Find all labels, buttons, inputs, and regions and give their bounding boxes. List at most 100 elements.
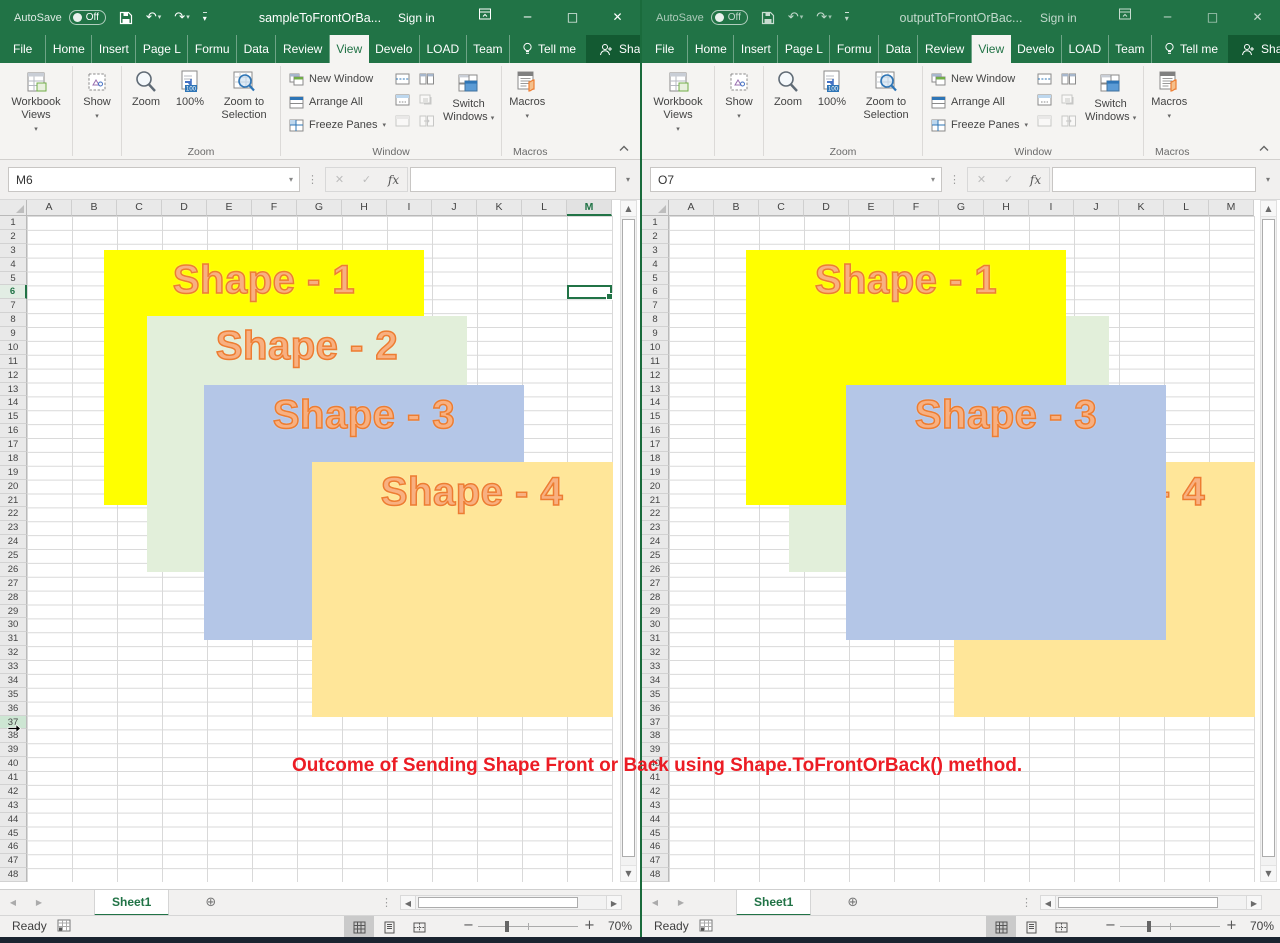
page-layout-view-button[interactable] <box>374 916 404 937</box>
row-header-20[interactable]: 20 <box>642 480 669 494</box>
autosave-toggle[interactable]: Off <box>711 10 748 25</box>
sign-in-button[interactable]: Sign in <box>398 11 435 25</box>
row-header-43[interactable]: 43 <box>0 799 27 813</box>
undo-button[interactable]: ↶▾ <box>146 11 161 24</box>
row-header-24[interactable]: 24 <box>642 535 669 549</box>
row-header-48[interactable]: 48 <box>0 868 27 882</box>
ribbon-tab-review[interactable]: Review <box>276 35 329 63</box>
row-header-39[interactable]: 39 <box>0 743 27 757</box>
undo-button[interactable]: ↶▾ <box>788 11 803 24</box>
row-header-10[interactable]: 10 <box>0 341 27 355</box>
ribbon-tab-data[interactable]: Data <box>879 35 918 63</box>
zoom-level[interactable]: 70% <box>1238 919 1274 933</box>
vertical-scroll-thumb[interactable] <box>1262 219 1275 857</box>
row-header-17[interactable]: 17 <box>642 438 669 452</box>
zoom-button[interactable]: Zoom <box>124 65 168 112</box>
row-header-46[interactable]: 46 <box>642 840 669 854</box>
row-header-19[interactable]: 19 <box>0 466 27 480</box>
normal-view-button[interactable] <box>344 916 374 937</box>
row-header-36[interactable]: 36 <box>642 702 669 716</box>
grid-cells[interactable]: Shape - 1Shape - 2Shape - 3Shape - 4 <box>669 216 1255 882</box>
ribbon-tab-data[interactable]: Data <box>237 35 276 63</box>
tab-bar-handle[interactable]: ⋮ <box>1021 896 1032 909</box>
vertical-scrollbar[interactable]: ▲ ▼ <box>1260 200 1277 882</box>
show-button[interactable]: Show ▾ <box>75 65 119 126</box>
row-header-11[interactable]: 11 <box>0 355 27 369</box>
column-header-C[interactable]: C <box>759 200 804 216</box>
formula-input[interactable] <box>410 167 616 192</box>
ribbon-tab-team[interactable]: Team <box>1109 35 1152 63</box>
row-header-45[interactable]: 45 <box>0 827 27 841</box>
reset-window-position-button[interactable] <box>1059 112 1077 129</box>
row-header-15[interactable]: 15 <box>642 410 669 424</box>
row-header-25[interactable]: 25 <box>0 549 27 563</box>
zoom-to-selection-button[interactable]: Zoom to Selection <box>854 65 918 125</box>
row-header-32[interactable]: 32 <box>0 646 27 660</box>
formula-bar-handle[interactable]: ⋮ <box>942 173 967 186</box>
row-header-4[interactable]: 4 <box>0 258 27 272</box>
column-header-L[interactable]: L <box>1164 200 1209 216</box>
row-header-23[interactable]: 23 <box>642 521 669 535</box>
column-header-G[interactable]: G <box>297 200 342 216</box>
sheet-nav-left-icon[interactable]: ◀ <box>0 898 26 907</box>
row-header-9[interactable]: 9 <box>642 327 669 341</box>
share-button[interactable]: Share <box>586 35 640 63</box>
column-header-F[interactable]: F <box>252 200 297 216</box>
row-header-13[interactable]: 13 <box>642 383 669 397</box>
redo-button[interactable]: ↷▾ <box>816 11 831 24</box>
collapse-ribbon-button[interactable] <box>1258 143 1270 155</box>
row-header-8[interactable]: 8 <box>0 313 27 327</box>
column-header-C[interactable]: C <box>117 200 162 216</box>
record-macro-button[interactable] <box>699 919 713 935</box>
horizontal-scroll-track[interactable] <box>1056 895 1246 910</box>
workbook-views-button[interactable]: Workbook Views ▾ <box>2 65 70 139</box>
scroll-up-icon[interactable]: ▲ <box>621 201 636 217</box>
row-header-4[interactable]: 4 <box>642 258 669 272</box>
horizontal-scroll-thumb[interactable] <box>418 897 578 908</box>
confirm-entry-button[interactable]: ✓ <box>995 173 1022 186</box>
name-box[interactable]: M6▾ <box>8 167 300 192</box>
page-break-view-button[interactable] <box>1046 916 1076 937</box>
row-header-12[interactable]: 12 <box>0 369 27 383</box>
ribbon-tab-team[interactable]: Team <box>467 35 510 63</box>
ribbon-tab-home[interactable]: Home <box>688 35 734 63</box>
scroll-right-icon[interactable]: ▶ <box>1246 895 1262 910</box>
cancel-entry-button[interactable]: ✕ <box>326 173 353 186</box>
row-header-29[interactable]: 29 <box>642 605 669 619</box>
row-header-22[interactable]: 22 <box>0 507 27 521</box>
insert-function-button[interactable]: fx <box>1022 173 1049 187</box>
row-header-35[interactable]: 35 <box>0 688 27 702</box>
zoom-out-button[interactable]: − <box>463 918 474 933</box>
column-header-J[interactable]: J <box>1074 200 1119 216</box>
scroll-down-icon[interactable]: ▼ <box>621 865 636 881</box>
row-header-14[interactable]: 14 <box>642 396 669 410</box>
ribbon-tab-review[interactable]: Review <box>918 35 971 63</box>
formula-bar-handle[interactable]: ⋮ <box>300 173 325 186</box>
zoom-button[interactable]: Zoom <box>766 65 810 112</box>
hide-button[interactable] <box>1035 91 1053 108</box>
column-header-L[interactable]: L <box>522 200 567 216</box>
zoom-out-button[interactable]: − <box>1105 918 1116 933</box>
row-header-36[interactable]: 36 <box>0 702 27 716</box>
row-header-16[interactable]: 16 <box>0 424 27 438</box>
row-header-26[interactable]: 26 <box>0 563 27 577</box>
row-header-48[interactable]: 48 <box>642 868 669 882</box>
shape-shape-4[interactable]: Shape - 4 <box>312 462 613 717</box>
horizontal-scroll-thumb[interactable] <box>1058 897 1218 908</box>
ribbon-tab-load[interactable]: LOAD <box>1062 35 1109 63</box>
new-sheet-button[interactable]: ⊕ <box>205 895 216 910</box>
split-button[interactable] <box>393 70 411 87</box>
row-header-11[interactable]: 11 <box>642 355 669 369</box>
row-header-27[interactable]: 27 <box>0 577 27 591</box>
zoom-in-button[interactable]: + <box>584 918 595 933</box>
column-header-G[interactable]: G <box>939 200 984 216</box>
close-button[interactable]: ✕ <box>1235 0 1280 35</box>
switch-windows-button[interactable]: Switch Windows ▾ <box>1080 67 1141 128</box>
minimize-button[interactable]: ─ <box>1145 0 1190 35</box>
row-header-19[interactable]: 19 <box>642 466 669 480</box>
row-header-13[interactable]: 13 <box>0 383 27 397</box>
ribbon-tab-develo[interactable]: Develo <box>369 35 420 63</box>
switch-windows-button[interactable]: Switch Windows ▾ <box>438 67 499 128</box>
cancel-entry-button[interactable]: ✕ <box>968 173 995 186</box>
row-header-44[interactable]: 44 <box>642 813 669 827</box>
